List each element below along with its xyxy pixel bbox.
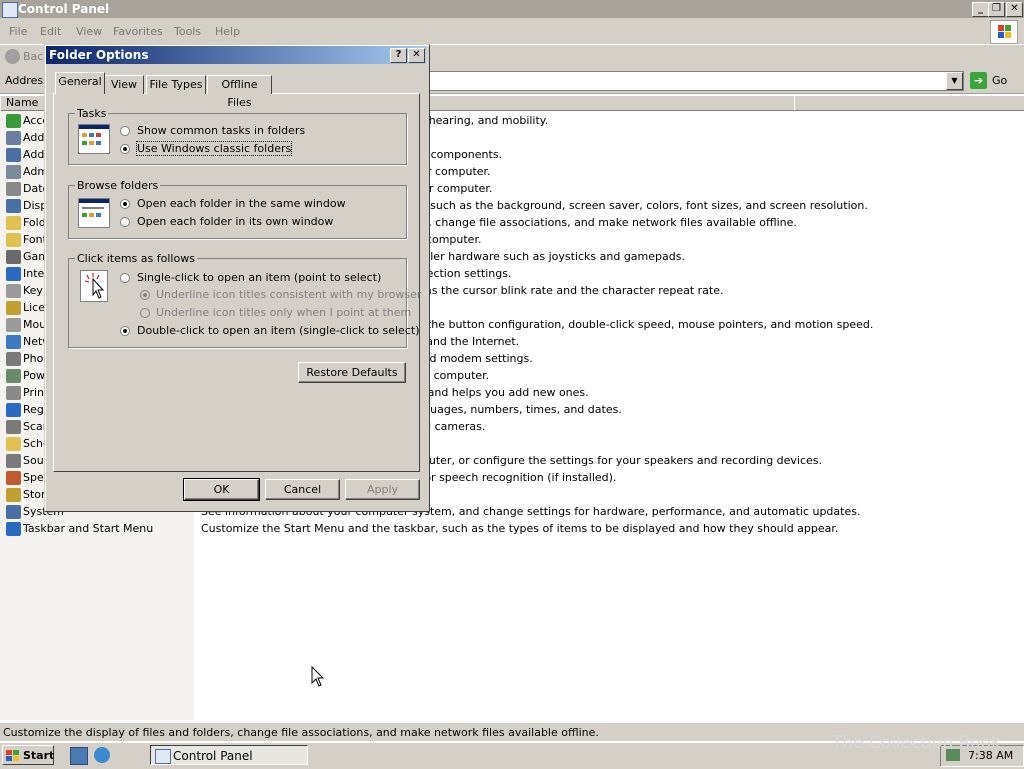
dialog-title: Folder Options	[49, 48, 149, 62]
menu-favorites[interactable]: Favorites	[113, 25, 163, 38]
start-button[interactable]: Start	[2, 745, 54, 765]
control-panel-icon	[155, 749, 171, 764]
menu-view[interactable]: View	[76, 25, 102, 38]
control-panel-applet-icon	[6, 471, 21, 485]
watermark-text: The Collection Book	[832, 733, 1001, 753]
menu-edit[interactable]: Edit	[40, 25, 61, 38]
control-panel-applet-icon	[6, 454, 21, 468]
mouse-cursor-icon	[311, 666, 325, 687]
address-dropdown-button[interactable]: ▼	[946, 72, 963, 90]
quicklaunch-ie-icon[interactable]	[94, 747, 110, 763]
radio-single-click[interactable]	[120, 273, 130, 283]
dialog-help-button[interactable]: ?	[390, 48, 407, 63]
menu-file[interactable]: File	[9, 25, 27, 38]
dialog-close-button[interactable]: ✕	[408, 48, 425, 63]
tasks-group	[68, 113, 407, 165]
tab-view[interactable]: View	[104, 75, 144, 94]
go-arrow-icon: ➔	[970, 72, 987, 89]
browse-folders-label: Browse folders	[75, 179, 161, 192]
window-title-bar[interactable]: Control Panel _ ❐ ✕	[0, 0, 1024, 18]
label-double-click[interactable]: Double-click to open an item (single-cli…	[137, 324, 419, 337]
menu-help[interactable]: Help	[215, 25, 240, 38]
control-panel-applet-icon	[6, 114, 21, 128]
control-panel-applet-icon	[6, 437, 21, 451]
control-panel-applet-icon	[6, 165, 21, 179]
go-label: Go	[992, 74, 1008, 87]
cancel-button[interactable]: Cancel	[265, 479, 340, 500]
go-button[interactable]: ➔ Go	[970, 71, 1020, 90]
radio-same-window[interactable]	[120, 199, 130, 209]
browse-folders-group	[68, 185, 407, 239]
ok-button[interactable]: OK	[183, 478, 260, 501]
control-panel-applet-icon	[6, 505, 21, 519]
minimize-button[interactable]: _	[972, 2, 989, 17]
control-panel-applet-icon	[6, 403, 21, 417]
tasks-group-label: Tasks	[75, 107, 109, 120]
radio-underline-point[interactable]	[140, 308, 150, 318]
label-own-window[interactable]: Open each folder in its own window	[137, 215, 333, 228]
label-underline-browser[interactable]: Underline icon titles consistent with my…	[156, 288, 421, 301]
maximize-button[interactable]: ❐	[988, 2, 1005, 17]
radio-double-click[interactable]	[120, 326, 130, 336]
control-panel-applet-icon	[6, 386, 21, 400]
label-single-click[interactable]: Single-click to open an item (point to s…	[137, 271, 381, 284]
restore-defaults-button[interactable]: Restore Defaults	[298, 362, 406, 383]
radio-show-common-tasks[interactable]	[120, 126, 130, 136]
control-panel-applet-icon	[6, 522, 21, 536]
label-underline-point[interactable]: Underline icon titles only when I point …	[156, 306, 411, 319]
address-label: Address	[5, 74, 49, 87]
quicklaunch-desktop-icon[interactable]	[70, 747, 88, 765]
list-item-label: Taskbar and Start Menu	[23, 522, 154, 535]
taskbar-button-label: Control Panel	[173, 749, 253, 763]
control-panel-applet-icon	[6, 420, 21, 434]
status-text: Customize the display of files and folde…	[3, 726, 599, 739]
window-title: Control Panel	[18, 2, 110, 16]
column-header-empty[interactable]	[794, 95, 1024, 111]
control-panel-applet-icon	[6, 352, 21, 366]
browse-preview-icon	[78, 198, 110, 228]
control-panel-applet-icon	[6, 369, 21, 383]
label-same-window[interactable]: Open each folder in the same window	[137, 197, 346, 210]
tab-offline-files[interactable]: Offline Files	[207, 75, 272, 109]
tab-general[interactable]: General	[55, 72, 105, 94]
radio-own-window[interactable]	[120, 217, 130, 227]
control-panel-applet-icon	[6, 318, 21, 332]
list-item-comment: Customize the Start Menu and the taskbar…	[201, 522, 839, 535]
control-panel-applet-icon	[6, 131, 21, 145]
control-panel-icon	[2, 2, 18, 18]
control-panel-applet-icon	[6, 301, 21, 315]
control-panel-applet-icon	[6, 148, 21, 162]
tasks-preview-icon	[78, 124, 110, 154]
windows-flag-icon	[6, 750, 19, 761]
tab-file-types[interactable]: File Types	[146, 75, 206, 94]
radio-classic-folders[interactable]	[120, 144, 130, 154]
taskbar-button-control-panel[interactable]: Control Panel	[150, 745, 308, 765]
menu-bar: File Edit View Favorites Tools Help	[0, 18, 1024, 45]
control-panel-applet-icon	[6, 267, 21, 281]
control-panel-applet-icon	[6, 284, 21, 298]
control-panel-applet-icon	[6, 182, 21, 196]
back-arrow-icon	[5, 49, 20, 64]
apply-button[interactable]: Apply	[345, 479, 420, 500]
control-panel-applet-icon	[6, 216, 21, 230]
windows-logo-icon	[990, 20, 1018, 44]
start-label: Start	[23, 749, 55, 762]
radio-underline-browser[interactable]	[140, 290, 150, 300]
label-show-common-tasks[interactable]: Show common tasks in folders	[137, 124, 305, 137]
control-panel-applet-icon	[6, 335, 21, 349]
click-items-label: Click items as follows	[75, 252, 197, 265]
list-item-name[interactable]: Taskbar and Start Menu	[6, 522, 153, 538]
label-classic-folders[interactable]: Use Windows classic folders	[135, 141, 293, 156]
control-panel-applet-icon	[6, 199, 21, 213]
close-button[interactable]: ✕	[1006, 2, 1023, 17]
control-panel-applet-icon	[6, 488, 21, 502]
control-panel-applet-icon	[6, 250, 21, 264]
click-pointer-icon	[80, 270, 108, 302]
menu-tools[interactable]: Tools	[174, 25, 201, 38]
control-panel-applet-icon	[6, 233, 21, 247]
